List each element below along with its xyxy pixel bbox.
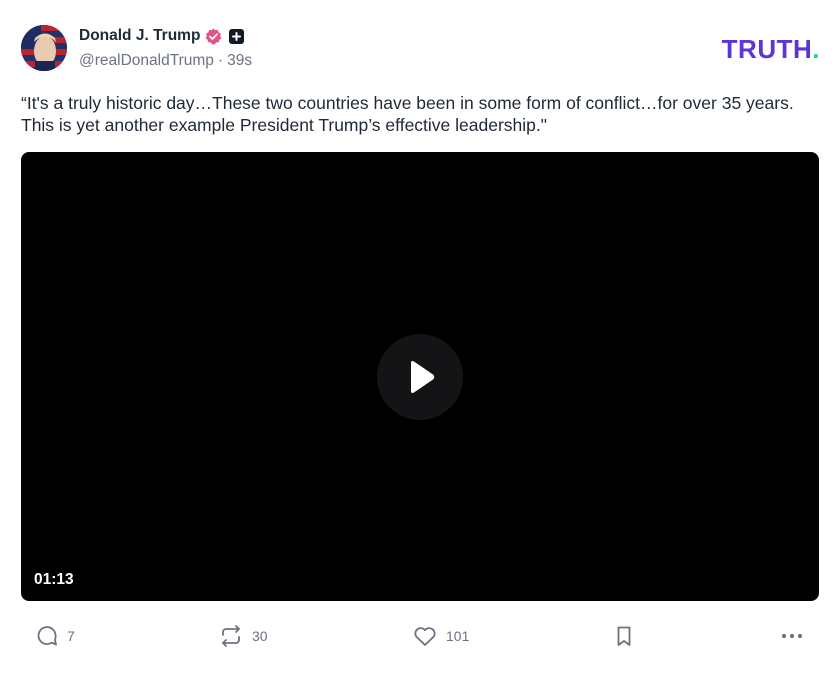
avatar[interactable] — [21, 25, 67, 71]
truth-logo: TRUTH. — [722, 34, 820, 65]
action-bar: 7 30 101 — [21, 620, 811, 652]
play-icon — [411, 361, 435, 393]
plus-badge-icon — [229, 28, 245, 44]
author-name[interactable]: Donald J. Trump — [79, 27, 200, 45]
heart-icon — [414, 627, 436, 646]
video-duration: 01:13 — [34, 571, 74, 588]
retruth-count: 30 — [252, 628, 268, 644]
bookmark-button[interactable] — [612, 620, 636, 652]
reply-count: 7 — [67, 628, 75, 644]
meta-separator: · — [217, 52, 224, 69]
retruth-icon — [222, 625, 240, 647]
like-button[interactable]: 101 — [412, 620, 469, 652]
reply-button[interactable]: 7 — [35, 620, 75, 652]
reply-icon — [37, 626, 57, 646]
play-button[interactable] — [377, 334, 463, 420]
post-timestamp[interactable]: 39s — [227, 52, 252, 70]
logo-dot: . — [812, 34, 820, 64]
author-handle[interactable]: @realDonaldTrump — [79, 52, 214, 70]
video-player[interactable]: 01:13 — [21, 152, 819, 601]
retruth-button[interactable]: 30 — [218, 620, 268, 652]
verified-badge-icon — [205, 28, 222, 45]
post-header: Donald J. Trump @realDonaldTrump · 39s T… — [21, 24, 821, 72]
more-icon — [781, 633, 803, 639]
post-text: “It's a truly historic day…These two cou… — [21, 93, 794, 135]
logo-text: TRUTH — [721, 34, 813, 64]
more-options-button[interactable] — [780, 620, 804, 652]
bookmark-icon — [617, 626, 631, 646]
like-count: 101 — [446, 628, 470, 644]
